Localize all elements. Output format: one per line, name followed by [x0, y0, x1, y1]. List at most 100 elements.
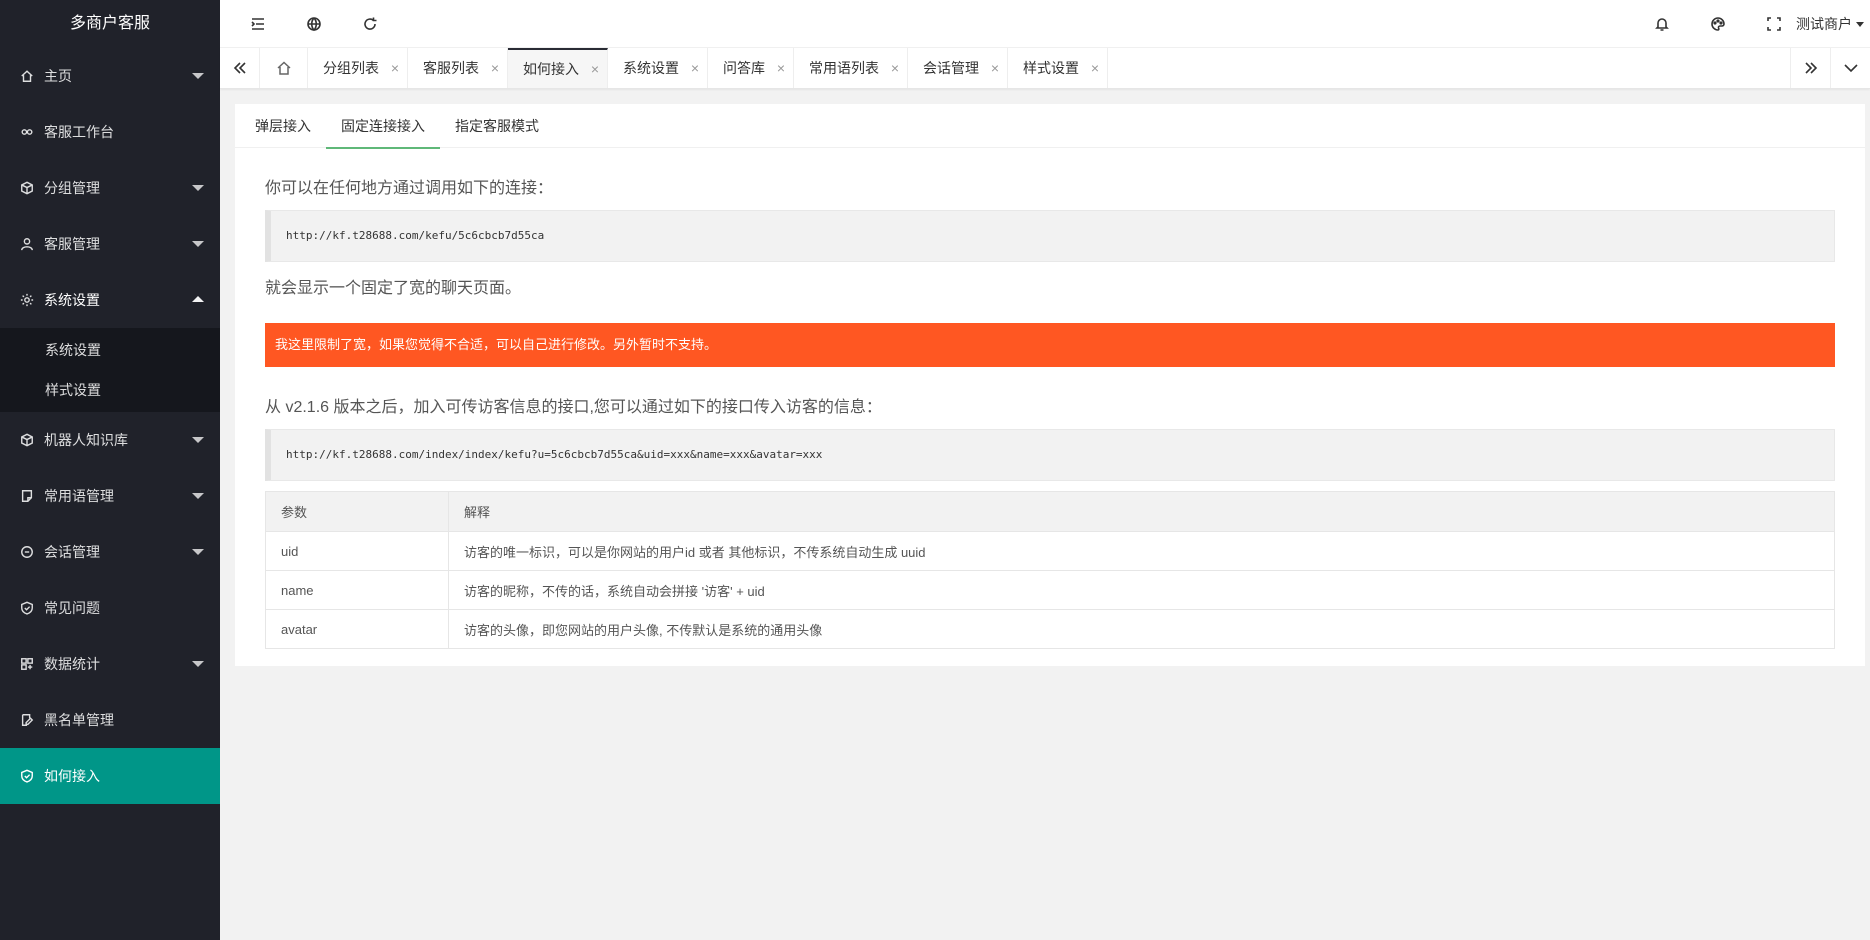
- chat-icon: [20, 545, 34, 559]
- tab-label: 客服列表: [423, 60, 479, 76]
- sidebar-item-how-to-integrate[interactable]: 如何接入: [0, 748, 220, 804]
- close-icon[interactable]: ×: [991, 48, 999, 88]
- page-tabs-bar: 分组列表 × 客服列表 × 如何接入 × 系统设置 × 问答库 × 常用语列表 × 会话管理…: [220, 48, 1870, 89]
- integration-mode-tabs: 弹层接入 固定连接接入 指定客服模式: [235, 104, 1865, 149]
- content-card: 弹层接入 固定连接接入 指定客服模式 你可以在任何地方通过调用如下的连接： ht…: [235, 104, 1865, 666]
- tab-home[interactable]: [260, 48, 308, 88]
- gear-icon: [20, 293, 34, 307]
- table-row: name 访客的昵称，不传的话，系统自动会拼接 '访客' + uid: [265, 570, 1835, 610]
- user-menu[interactable]: 测试商户: [1796, 0, 1870, 48]
- website-button[interactable]: [290, 0, 338, 48]
- close-icon[interactable]: ×: [391, 48, 399, 88]
- tab-phrase-list[interactable]: 常用语列表 ×: [794, 48, 908, 88]
- sidebar-item-label: 主页: [44, 68, 72, 84]
- chevron-down-icon: [192, 185, 204, 191]
- tab-style-settings[interactable]: 样式设置 ×: [1008, 48, 1108, 88]
- width-warning-alert: 我这里限制了宽，如果您觉得不合适，可以自己进行修改。另外暂时不支持。: [265, 323, 1835, 367]
- tab-label: 常用语列表: [809, 60, 879, 76]
- notification-button[interactable]: [1638, 0, 1686, 48]
- close-icon[interactable]: ×: [591, 50, 599, 88]
- sidebar-item-label: 常见问题: [44, 600, 100, 616]
- close-icon[interactable]: ×: [777, 48, 785, 88]
- tab-label: 样式设置: [1023, 60, 1079, 76]
- sidebar-item-groups[interactable]: 分组管理: [0, 160, 220, 216]
- user-icon: [20, 237, 34, 251]
- tab-fixed-link-integration[interactable]: 固定连接接入: [326, 104, 440, 149]
- chevron-down-icon: [192, 549, 204, 555]
- sidebar-item-label: 系统设置: [44, 292, 100, 308]
- content-body: 你可以在任何地方通过调用如下的连接： http://kf.t28688.com/…: [235, 174, 1865, 649]
- sidebar: 多商户客服 主页 客服工作台 分组管理 客服管理 系统设置 系统设置 样式设置 …: [0, 0, 220, 940]
- tab-group-list[interactable]: 分组列表 ×: [308, 48, 408, 88]
- chevron-down-icon: [192, 661, 204, 667]
- tab-agent-list[interactable]: 客服列表 ×: [408, 48, 508, 88]
- note-icon: [20, 489, 34, 503]
- refresh-icon: [364, 17, 377, 30]
- tabs-options-button[interactable]: [1830, 48, 1870, 88]
- intro-text: 你可以在任何地方通过调用如下的连接：: [265, 180, 554, 197]
- sidebar-subitem-style-settings[interactable]: 样式设置: [0, 370, 220, 410]
- fullscreen-icon: [1767, 17, 1781, 31]
- sidebar-item-label: 机器人知识库: [44, 432, 128, 448]
- tab-specified-agent-mode[interactable]: 指定客服模式: [440, 104, 554, 148]
- theme-button[interactable]: [1694, 0, 1742, 48]
- sidebar-item-workbench[interactable]: 客服工作台: [0, 104, 220, 160]
- sidebar-item-home[interactable]: 主页: [0, 48, 220, 104]
- refresh-button[interactable]: [346, 0, 394, 48]
- column-header-param: 参数: [265, 491, 449, 532]
- sidebar-item-phrases[interactable]: 常用语管理: [0, 468, 220, 524]
- double-chevron-right-icon: [1804, 62, 1817, 74]
- result-text: 就会显示一个固定了宽的聊天页面。: [265, 280, 522, 297]
- sidebar-item-robot-kb[interactable]: 机器人知识库: [0, 412, 220, 468]
- sidebar-item-blacklist[interactable]: 黑名单管理: [0, 692, 220, 748]
- param-name: avatar: [265, 609, 449, 649]
- chevron-down-icon: [1843, 64, 1858, 73]
- sidebar-item-faq[interactable]: 常见问题: [0, 580, 220, 636]
- sidebar-item-label: 客服管理: [44, 236, 100, 252]
- tab-how-to-integrate[interactable]: 如何接入 ×: [508, 48, 608, 88]
- sidebar-subitem-system-settings[interactable]: 系统设置: [0, 330, 220, 370]
- fullscreen-button[interactable]: [1750, 0, 1798, 48]
- sidebar-item-label: 黑名单管理: [44, 712, 114, 728]
- params-table: 参数 解释 uid 访客的唯一标识，可以是你网站的用户id 或者 其他标识，不传…: [265, 491, 1835, 649]
- bell-icon: [1655, 18, 1669, 31]
- sidebar-item-agents[interactable]: 客服管理: [0, 216, 220, 272]
- sidebar-item-statistics[interactable]: 数据统计: [0, 636, 220, 692]
- palette-icon: [1711, 17, 1725, 31]
- sidebar-submenu: 系统设置 样式设置: [0, 328, 220, 412]
- shield-icon: [20, 601, 34, 615]
- link-icon: [20, 125, 34, 139]
- home-icon: [276, 61, 291, 75]
- sidebar-item-label: 客服工作台: [44, 124, 114, 140]
- param-desc: 访客的昵称，不传的话，系统自动会拼接 '访客' + uid: [448, 570, 1835, 610]
- sidebar-item-label: 会话管理: [44, 544, 100, 560]
- column-header-desc: 解释: [448, 491, 1835, 532]
- param-desc: 访客的头像，即您网站的用户头像, 不传默认是系统的通用头像: [448, 609, 1835, 649]
- menu-toggle-button[interactable]: [234, 0, 282, 48]
- chevron-down-icon: [192, 241, 204, 247]
- tab-popup-integration[interactable]: 弹层接入: [240, 104, 326, 148]
- visitor-info-code: http://kf.t28688.com/index/index/kefu?u=…: [265, 429, 1835, 481]
- globe-icon: [307, 17, 321, 32]
- param-name: name: [265, 570, 449, 610]
- tab-qa-library[interactable]: 问答库 ×: [708, 48, 794, 88]
- close-icon[interactable]: ×: [891, 48, 899, 88]
- tabs-scroll-left-button[interactable]: [220, 48, 260, 88]
- chevron-down-icon: [192, 73, 204, 79]
- close-icon[interactable]: ×: [1091, 48, 1099, 88]
- tab-label: 会话管理: [923, 60, 979, 76]
- visitor-info-intro: 从 v2.1.6 版本之后，加入可传访客信息的接口,您可以通过如下的接口传入访客…: [265, 399, 882, 416]
- edit-icon: [20, 713, 34, 727]
- close-icon[interactable]: ×: [491, 48, 499, 88]
- tabs-scroll-right-button[interactable]: [1790, 48, 1830, 88]
- tab-label: 系统设置: [623, 60, 679, 76]
- tab-system-settings[interactable]: 系统设置 ×: [608, 48, 708, 88]
- sidebar-item-sessions[interactable]: 会话管理: [0, 524, 220, 580]
- sidebar-item-label: 如何接入: [44, 768, 100, 784]
- sidebar-item-system-settings[interactable]: 系统设置: [0, 272, 220, 328]
- sidebar-item-label: 分组管理: [44, 180, 100, 196]
- tab-session-management[interactable]: 会话管理 ×: [908, 48, 1008, 88]
- app-logo-title: 多商户客服: [0, 0, 220, 48]
- close-icon[interactable]: ×: [691, 48, 699, 88]
- caret-down-icon: [1856, 22, 1864, 27]
